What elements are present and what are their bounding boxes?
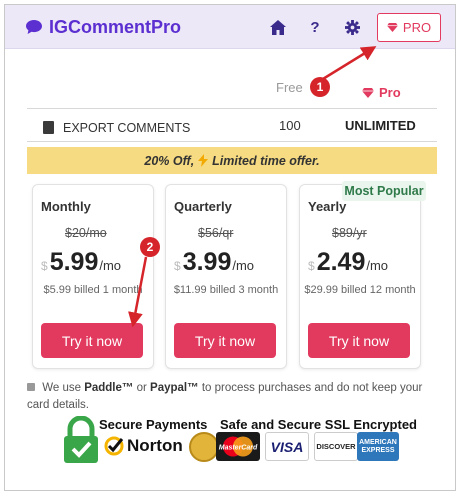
- gear-icon[interactable]: [341, 16, 363, 38]
- csv-file-icon: [43, 121, 54, 134]
- feature-label: EXPORT COMMENTS: [63, 121, 191, 135]
- price-amount: 2.49: [316, 248, 366, 276]
- plan-old-price: $89/yr: [332, 226, 367, 240]
- pro-column-label: Pro: [379, 85, 401, 100]
- plan-name: Monthly: [41, 199, 91, 214]
- note-or: or: [136, 382, 147, 394]
- currency-symbol: $: [41, 259, 48, 273]
- lock-icon: [27, 383, 35, 391]
- norton-check-icon: [104, 436, 124, 456]
- promo-text: 20% Off,: [144, 153, 195, 168]
- try-monthly-button[interactable]: Try it now: [41, 323, 143, 358]
- pro-column-header: Pro: [362, 85, 401, 100]
- norton-label: Norton: [127, 436, 183, 455]
- price-period: /mo: [232, 258, 255, 273]
- plan-old-price: $56/qr: [198, 226, 234, 240]
- seal-icon: [189, 432, 219, 462]
- help-icon[interactable]: ?: [304, 16, 326, 38]
- header-bar: IGCommentPro ? PRO: [5, 5, 455, 49]
- annotation-marker-2: 2: [140, 237, 160, 257]
- annotation-marker-1: 1: [310, 77, 330, 97]
- home-icon[interactable]: [267, 16, 289, 38]
- ssl-title: Safe and Secure SSL Encrypted: [220, 417, 417, 432]
- gem-icon: [387, 23, 398, 32]
- plan-card-quarterly: Quarterly $56/qr $ 3.99 /mo $11.99 bille…: [165, 184, 287, 369]
- plan-billed-text: $11.99 billed 3 month: [173, 284, 279, 296]
- plan-card-monthly: Monthly $20/mo $ 5.99 /mo $5.99 billed 1…: [32, 184, 154, 369]
- popup-window: IGCommentPro ? PRO Free Pro EXPORT COMME…: [4, 4, 456, 491]
- payment-note: We use Paddle™ or Paypal™ to process pur…: [27, 380, 442, 414]
- plan-price: $ 3.99 /mo: [174, 248, 254, 277]
- plan-billed-text: $29.99 billed 12 month: [304, 284, 416, 296]
- pro-button[interactable]: PRO: [377, 13, 441, 42]
- paypal-label: Paypal™: [150, 382, 199, 394]
- visa-logo: VISA: [265, 432, 309, 461]
- pro-button-label: PRO: [402, 20, 432, 35]
- mastercard-logo: MasterCard: [216, 432, 260, 461]
- gem-icon: [362, 87, 374, 98]
- app-title: IGCommentPro: [49, 17, 182, 37]
- try-yearly-button[interactable]: Try it now: [308, 323, 410, 358]
- divider: [27, 108, 437, 109]
- plan-card-yearly: Yearly $89/yr $ 2.49 /mo $29.99 billed 1…: [299, 184, 421, 369]
- price-period: /mo: [366, 258, 389, 273]
- plan-name: Yearly: [308, 199, 347, 214]
- norton-badge: Norton: [104, 436, 183, 456]
- plan-old-price: $20/mo: [65, 226, 107, 240]
- plan-billed-text: $5.99 billed 1 month: [43, 284, 143, 296]
- chat-bubble-icon: [26, 20, 42, 34]
- most-popular-badge: Most Popular: [342, 181, 426, 201]
- paddle-label: Paddle™: [84, 382, 134, 394]
- free-column-header: Free: [276, 80, 303, 95]
- note-prefix: We use: [42, 382, 81, 394]
- price-amount: 5.99: [49, 248, 99, 276]
- plan-price: $ 5.99 /mo: [41, 248, 121, 277]
- currency-symbol: $: [308, 259, 315, 273]
- plan-name: Quarterly: [174, 199, 232, 214]
- lightning-icon: [198, 154, 209, 167]
- price-amount: 3.99: [182, 248, 232, 276]
- price-period: /mo: [99, 258, 122, 273]
- plan-price: $ 2.49 /mo: [308, 248, 388, 277]
- mastercard-text: MasterCard: [219, 445, 258, 452]
- discover-logo: DISCOVER: [314, 432, 358, 461]
- divider: [27, 141, 437, 142]
- feature-free-value: 100: [279, 118, 301, 133]
- try-quarterly-button[interactable]: Try it now: [174, 323, 276, 358]
- promo-text-end: Limited time offer.: [212, 153, 320, 168]
- promo-banner: 20% Off, Limited time offer.: [27, 147, 437, 174]
- feature-pro-value: UNLIMITED: [345, 118, 416, 133]
- secure-payments-title: Secure Payments: [99, 417, 208, 432]
- currency-symbol: $: [174, 259, 181, 273]
- padlock-icon: [64, 416, 98, 463]
- amex-logo: AMERICAN EXPRESS: [357, 432, 399, 461]
